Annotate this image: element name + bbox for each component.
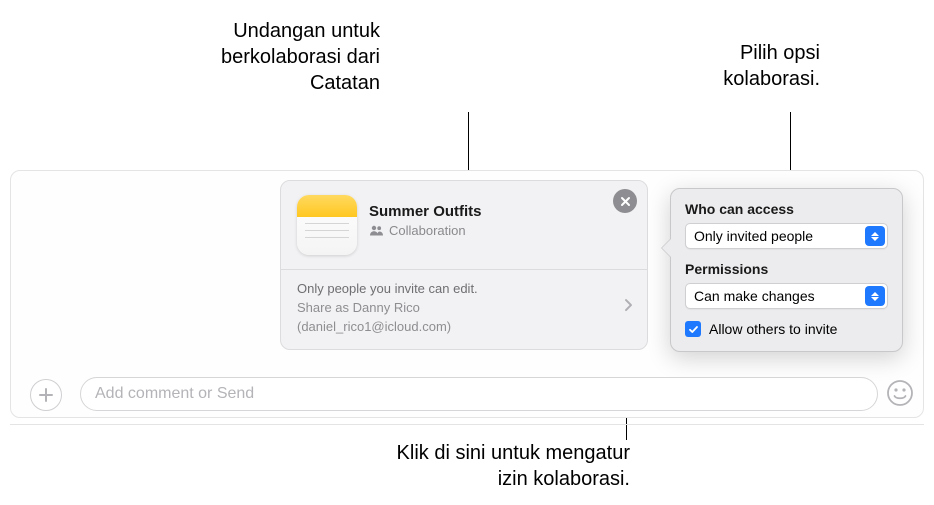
people-icon (369, 225, 384, 236)
share-as-text: Share as Danny Rico (297, 299, 631, 318)
invitation-title: Summer Outfits (369, 203, 631, 220)
allow-others-checkbox[interactable] (685, 321, 701, 337)
emoji-icon (886, 379, 914, 407)
close-button[interactable] (613, 189, 637, 213)
divider (10, 424, 924, 425)
card-header: Summer Outfits Collaboration (297, 195, 631, 255)
select-caret-icon (865, 226, 885, 246)
permissions-select[interactable]: Can make changes (685, 283, 888, 309)
divider (281, 269, 647, 270)
who-can-access-heading: Who can access (685, 201, 888, 217)
message-input[interactable]: Add comment or Send (80, 377, 878, 411)
share-email-text: (daniel_rico1@icloud.com) (297, 318, 631, 337)
emoji-button[interactable] (886, 379, 916, 409)
permission-summary[interactable]: Only people you invite can edit. Share a… (297, 280, 631, 337)
callout-line (468, 112, 469, 178)
callout-invitation: Undangan untuk berkolaborasi dari Catata… (110, 18, 380, 96)
who-can-access-select[interactable]: Only invited people (685, 223, 888, 249)
plus-icon (38, 387, 54, 403)
collaboration-label: Collaboration (389, 223, 466, 238)
callout-permissions: Klik di sini untuk mengatur izin kolabor… (290, 440, 630, 492)
chevron-right-icon (624, 298, 633, 318)
collaboration-invitation-card: Summer Outfits Collaboration (280, 180, 648, 350)
permission-text: Only people you invite can edit. (297, 280, 631, 299)
allow-others-label: Allow others to invite (709, 321, 837, 337)
allow-others-row[interactable]: Allow others to invite (685, 321, 888, 337)
permissions-heading: Permissions (685, 261, 888, 277)
callout-options: Pilih opsi kolaborasi. (630, 40, 820, 92)
notes-app-icon (297, 195, 357, 255)
add-attachment-button[interactable] (30, 379, 62, 411)
message-placeholder: Add comment or Send (95, 385, 254, 403)
checkmark-icon (688, 324, 699, 335)
close-icon (620, 196, 631, 207)
select-caret-icon (865, 286, 885, 306)
collaboration-options-popover: Who can access Only invited people Permi… (670, 188, 903, 352)
permissions-value: Can make changes (694, 288, 815, 304)
who-can-access-value: Only invited people (694, 228, 813, 244)
